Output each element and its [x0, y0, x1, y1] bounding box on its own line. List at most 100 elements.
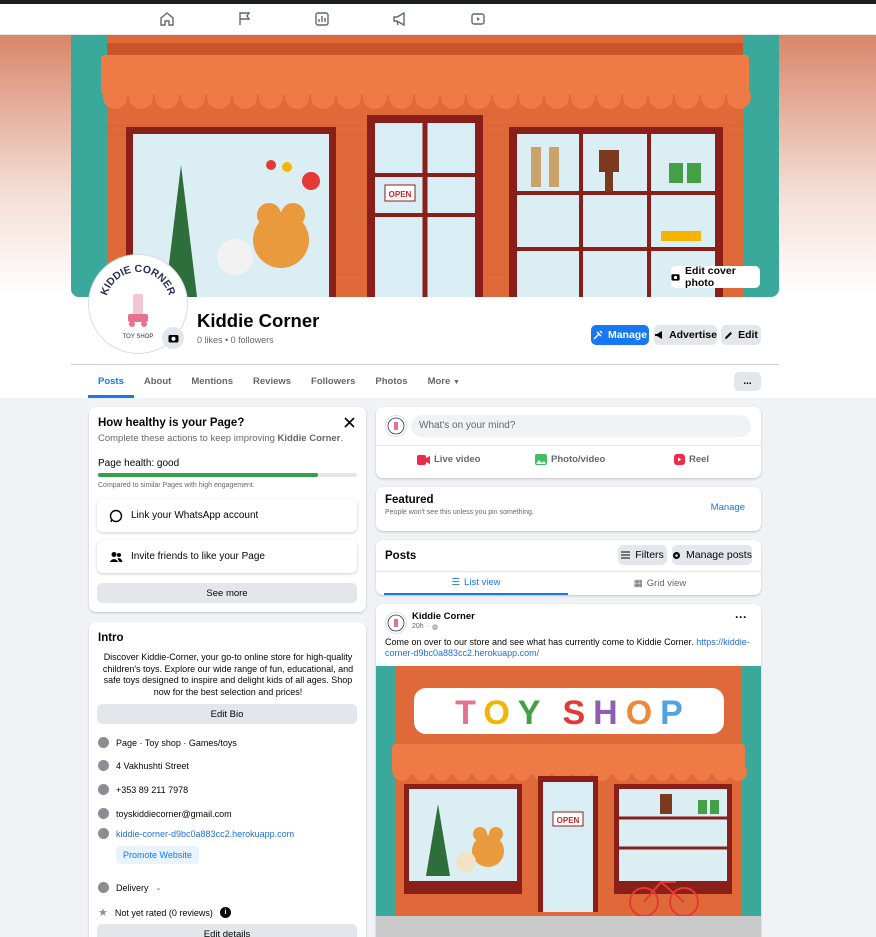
tab-photos[interactable]: Photos [365, 365, 417, 398]
post-author-avatar[interactable] [385, 612, 407, 634]
post-author-name[interactable]: Kiddie Corner [412, 611, 475, 622]
post-text: Come on over to our store and see what h… [385, 637, 753, 659]
manage-button[interactable]: Manage [591, 325, 649, 345]
megaphone-icon [655, 331, 663, 339]
camera-icon [168, 335, 178, 343]
post-more-button[interactable]: ··· [735, 610, 747, 624]
intro-website-link[interactable]: kiddie-corner-d9bc0a883cc2.herokuapp.com [116, 829, 294, 839]
featured-subtitle: People won't see this unless you pin som… [385, 509, 534, 516]
tab-reviews[interactable]: Reviews [243, 365, 301, 398]
intro-email: toyskiddiecorner@gmail.com [116, 808, 232, 819]
health-label: Page health: good [98, 458, 180, 469]
globe-icon: ◍ [432, 624, 439, 631]
post-open-sign: OPEN [557, 816, 580, 825]
live-video-icon [417, 454, 430, 465]
edit-cover-label: Edit cover photo [685, 265, 736, 289]
health-subtitle-post: . [340, 433, 343, 444]
promote-website-button[interactable]: Promote Website [116, 846, 199, 864]
intro-category: Page · Toy shop · Games/toys [116, 737, 237, 748]
cover-photo: OPEN Edit cover photo [71, 35, 779, 297]
chevron-down-icon: ⌄ [155, 884, 162, 892]
intro-website-row: kiddie-corner-d9bc0a883cc2.herokuapp.com [98, 828, 294, 839]
edit-details-button[interactable]: Edit details [97, 924, 357, 937]
tab-posts[interactable]: Posts [88, 365, 134, 398]
featured-title: Featured [385, 494, 434, 506]
health-subtitle-name: Kiddie Corner [277, 433, 341, 444]
filters-button[interactable]: Filters [618, 545, 667, 565]
change-profile-photo-button[interactable] [162, 327, 184, 349]
grid-view-tab[interactable]: ▦ Grid view [568, 572, 752, 595]
more-options-button[interactable]: ... [734, 372, 761, 391]
tab-mentions[interactable]: Mentions [181, 365, 243, 398]
posts-title: Posts [385, 550, 417, 562]
page-health-card: How healthy is your Page? Complete these… [89, 407, 366, 612]
intro-bio: Discover Kiddie-Corner, your go-to onlin… [102, 652, 354, 697]
composer-input[interactable]: What's on your mind? [411, 415, 751, 437]
photo-video-button[interactable]: Photo/video [535, 454, 605, 465]
megaphone-icon[interactable] [392, 11, 408, 27]
link-whatsapp-label: Link your WhatsApp account [131, 510, 259, 521]
grid-view-label: Grid view [646, 578, 687, 589]
tab-about[interactable]: About [134, 365, 181, 398]
flag-icon[interactable] [237, 11, 253, 27]
location-icon [98, 760, 109, 771]
edit-cover-photo-button[interactable]: Edit cover photo [671, 265, 760, 289]
intro-phone-row: +353 89 211 7978 [98, 784, 188, 795]
manage-label: Manage [607, 329, 648, 341]
post-card: Kiddie Corner 20h · ◍ ··· Come on over to … [376, 604, 761, 937]
manage-posts-label: Manage posts [686, 549, 752, 561]
intro-title: Intro [98, 632, 124, 644]
pencil-icon [725, 331, 733, 339]
page-title: Kiddie Corner [197, 310, 320, 331]
composer-divider [376, 445, 761, 446]
invite-friends-item[interactable]: Invite friends to like your Page [97, 540, 357, 573]
featured-manage-link[interactable]: Manage [711, 502, 745, 513]
people-icon [109, 551, 123, 562]
page-stats[interactable]: 0 likes • 0 followers [197, 335, 274, 345]
star-icon: ★ [98, 907, 108, 919]
list-view-tab[interactable]: ☰ List view [384, 572, 568, 595]
sign-letter: H [593, 694, 618, 732]
composer-logo [387, 417, 405, 435]
featured-card: Featured People won't see this unless yo… [376, 487, 761, 531]
intro-category-row: Page · Toy shop · Games/toys [98, 737, 237, 748]
edit-bio-button[interactable]: Edit Bio [97, 704, 357, 724]
post-image-toy-shop[interactable]: TOYSHOP OPEN [376, 666, 761, 937]
intro-address-row: 4 Vakhushti Street [98, 760, 189, 771]
health-subtitle-pre: Complete these actions to keep improving [98, 433, 278, 444]
info-icon [98, 737, 109, 748]
insights-icon[interactable] [314, 11, 330, 27]
health-progress-track [98, 473, 357, 477]
page-tabs: Posts About Mentions Reviews Followers P… [88, 365, 470, 398]
tab-followers[interactable]: Followers [301, 365, 365, 398]
home-icon[interactable] [159, 11, 175, 27]
reel-label: Reel [689, 454, 710, 465]
chevron-down-icon: ▼ [452, 379, 460, 386]
sign-letter: O [483, 694, 509, 732]
toy-shop-sign-text: TOYSHOP [455, 694, 683, 732]
post-time[interactable]: 20h [412, 623, 424, 631]
intro-rating-row: ★ Not yet rated (0 reviews) i [98, 906, 231, 919]
list-view-label: List view [464, 577, 501, 588]
edit-button[interactable]: Edit [721, 325, 761, 345]
camera-icon [671, 274, 680, 281]
advertise-button[interactable]: Advertise [654, 325, 717, 345]
intro-delivery-row[interactable]: Delivery ⌄ [98, 882, 161, 893]
filters-label: Filters [635, 549, 664, 561]
tab-more[interactable]: More ▼ [418, 365, 470, 398]
info-circle-icon[interactable]: i [219, 907, 231, 918]
video-icon[interactable] [470, 11, 486, 27]
intro-card: Intro Discover Kiddie-Corner, your go-to… [89, 622, 366, 937]
close-icon[interactable] [344, 417, 355, 428]
filter-icon [621, 551, 631, 559]
see-more-button[interactable]: See more [97, 583, 357, 603]
health-progress-fill [98, 473, 319, 477]
reel-button[interactable]: Reel [674, 454, 709, 465]
list-icon: ☰ [451, 577, 461, 588]
photo-icon [535, 454, 547, 465]
link-whatsapp-item[interactable]: Link your WhatsApp account [97, 499, 357, 532]
health-title: How healthy is your Page? [98, 417, 245, 429]
manage-posts-button[interactable]: Manage posts [672, 545, 752, 565]
live-video-button[interactable]: Live video [417, 454, 480, 465]
tools-icon [593, 330, 603, 340]
